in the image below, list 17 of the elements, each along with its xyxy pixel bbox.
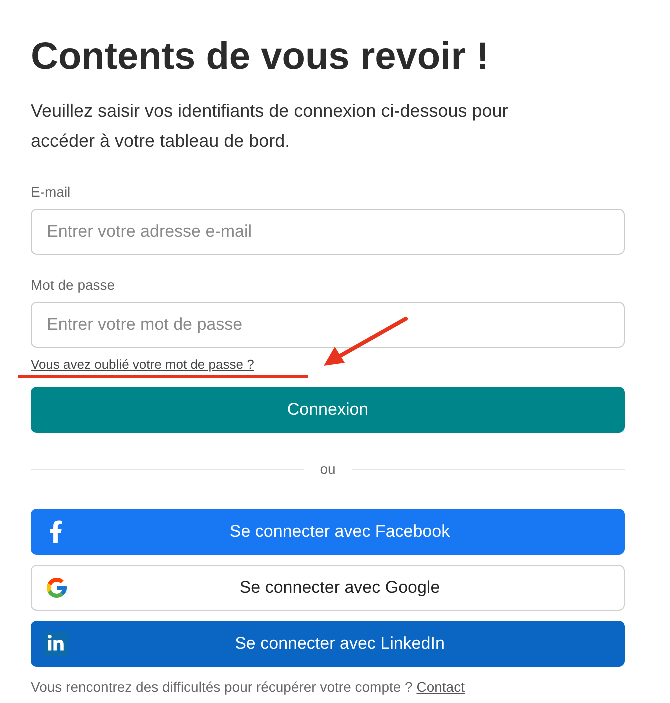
page-heading: Contents de vous revoir ! [31, 35, 490, 80]
field-label: Mot de passe [31, 276, 116, 295]
connexion-button[interactable]: Connexion [31, 387, 625, 433]
google-logo-icon [45, 576, 69, 600]
divider-text: ou [320, 460, 336, 478]
google-login-button[interactable]: Se connecter avec Google [31, 565, 625, 611]
facebook-logo-icon [49, 520, 63, 544]
input-field[interactable]: Entrer votre adresse e-mail [31, 209, 625, 255]
input-field[interactable]: Entrer votre mot de passe [31, 302, 625, 348]
field-label: E-mail [31, 183, 71, 202]
linkedin-logo-icon [44, 632, 68, 656]
forgot-password-link[interactable]: Vous avez oublié votre mot de passe ? [31, 356, 254, 374]
linkedin-login-button[interactable]: Se connecter avec LinkedIn [31, 621, 625, 667]
facebook-login-button[interactable]: Se connecter avec Facebook [31, 509, 625, 555]
help-text: Vous rencontrez des difficultés pour récupérer votre compte ? Contact [31, 678, 466, 697]
contact-link[interactable]: Contact [416, 679, 465, 695]
intro-paragraph: Veuillez saisir vos identifiants de connexion ci-dessous pour accéder à votre tableau de bord. [31, 100, 510, 153]
